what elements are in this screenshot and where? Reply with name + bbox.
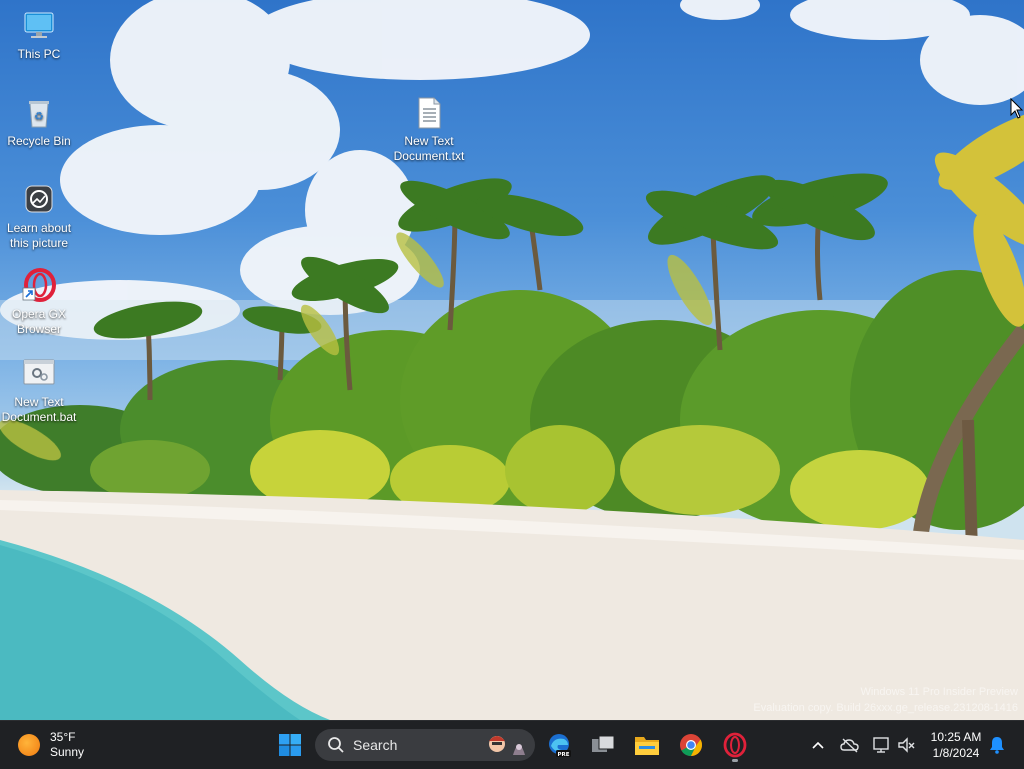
camera-icon xyxy=(21,182,57,218)
desktop-icon-label: New Text Document.txt xyxy=(393,134,465,163)
network-icon xyxy=(873,737,889,753)
opera-gx-icon xyxy=(723,732,747,758)
network-tray-button[interactable] xyxy=(869,733,893,757)
search-label: Search xyxy=(353,737,398,753)
svg-text:♻: ♻ xyxy=(34,110,44,123)
taskbar-app-chrome[interactable] xyxy=(671,725,711,765)
desktop-icon-label: Recycle Bin xyxy=(7,134,71,148)
desktop-icon-label: New Text Document.bat xyxy=(1,395,77,424)
file-explorer-icon xyxy=(635,737,659,755)
search-icon xyxy=(328,737,344,753)
desktop-icon-label: Opera GX Browser xyxy=(11,307,67,336)
notifications-button[interactable] xyxy=(985,733,1009,757)
monitor-icon xyxy=(21,8,57,44)
weather-widget[interactable]: 35°F Sunny xyxy=(18,729,84,761)
sun-icon xyxy=(18,734,40,756)
running-indicator xyxy=(732,759,738,762)
task-view-button[interactable] xyxy=(583,725,623,765)
taskbar-app-edge[interactable]: PRE xyxy=(539,725,579,765)
show-hidden-icons-button[interactable] xyxy=(806,733,830,757)
batch-file-icon xyxy=(21,356,57,392)
windows-start-icon xyxy=(279,734,301,756)
speaker-muted-icon xyxy=(898,737,915,753)
mouse-cursor-icon xyxy=(1010,97,1024,125)
onedrive-tray-button[interactable] xyxy=(838,733,862,757)
taskbar-clock[interactable]: 10:25 AM 1/8/2024 xyxy=(924,729,988,761)
svg-text:PRE: PRE xyxy=(557,752,569,758)
task-view-icon xyxy=(592,735,615,752)
desktop-icon-txt-file[interactable]: New Text Document.txt xyxy=(391,95,467,164)
text-file-icon xyxy=(411,95,447,131)
desktop-icon-label: This PC xyxy=(17,47,61,61)
chrome-icon xyxy=(680,734,702,756)
taskbar-search-box[interactable]: Search xyxy=(315,729,535,761)
opera-gx-icon xyxy=(21,268,57,304)
edge-beta-icon: PRE xyxy=(549,734,571,758)
build-watermark-line1: Windows 11 Pro Insider Preview xyxy=(860,686,1018,698)
onedrive-offline-icon xyxy=(840,738,859,753)
chevron-up-icon xyxy=(812,741,824,749)
weather-temperature: 35°F xyxy=(50,730,76,744)
taskbar: 35°F Sunny Search PRE 10:25 AM 1/8/2024 xyxy=(0,720,1024,769)
desktop-icon-label: Learn about this picture xyxy=(6,221,72,250)
clock-time: 10:25 AM xyxy=(930,730,982,744)
desktop-wallpaper xyxy=(0,0,1024,720)
desktop-icon-this-pc[interactable]: This PC xyxy=(1,8,77,62)
weather-condition: Sunny xyxy=(50,745,85,759)
start-button[interactable] xyxy=(270,725,310,765)
desktop-icon-learn-about-picture[interactable]: Learn about this picture xyxy=(1,182,77,251)
desktop-icon-recycle-bin[interactable]: ♻ Recycle Bin xyxy=(1,95,77,149)
desktop-icon-opera-gx[interactable]: Opera GX Browser xyxy=(1,268,77,337)
taskbar-app-file-explorer[interactable] xyxy=(627,725,667,765)
volume-tray-button[interactable] xyxy=(895,733,919,757)
bell-icon xyxy=(990,737,1004,754)
search-highlight-icon xyxy=(489,736,525,755)
taskbar-app-opera-gx[interactable] xyxy=(715,725,755,765)
build-watermark-line2: Evaluation copy. Build 26xxx.ge_release.… xyxy=(753,702,1018,714)
beach-scene xyxy=(0,0,1024,720)
desktop-icon-bat-file[interactable]: New Text Document.bat xyxy=(1,356,77,425)
clock-date: 1/8/2024 xyxy=(932,746,980,760)
recycle-bin-icon: ♻ xyxy=(21,95,57,131)
